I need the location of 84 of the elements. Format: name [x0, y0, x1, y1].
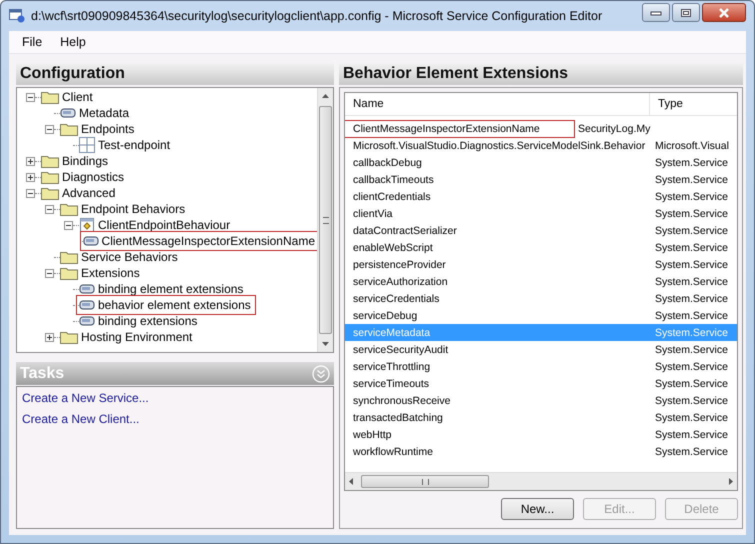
- list-row[interactable]: enableWebScript System.Service: [345, 239, 737, 256]
- list-row[interactable]: workflowRuntime System.Service: [345, 443, 737, 460]
- tree-item[interactable]: Extensions: [60, 266, 142, 280]
- task-link[interactable]: Create a New Service...: [22, 391, 149, 405]
- node-icon: [79, 284, 95, 294]
- list-row[interactable]: clientCredentials System.Service: [345, 188, 737, 205]
- tree-item[interactable]: Endpoints: [60, 122, 136, 136]
- folder-icon: [60, 122, 78, 136]
- node-icon: [82, 236, 99, 246]
- collapse-icon[interactable]: [45, 124, 54, 134]
- collapse-icon[interactable]: [45, 268, 54, 278]
- collapse-icon[interactable]: [45, 204, 54, 214]
- list-row[interactable]: Microsoft.VisualStudio.Diagnostics.ServiceModelSink.Behavior Microsoft.Visual: [345, 137, 737, 154]
- list-row[interactable]: serviceDebug System.Service: [345, 307, 737, 324]
- folder-icon: [60, 250, 78, 264]
- scroll-down-icon[interactable]: [322, 342, 329, 346]
- list-row[interactable]: callbackTimeouts System.Service: [345, 171, 737, 188]
- tree-item[interactable]: Hosting Environment: [60, 330, 194, 344]
- expand-icon[interactable]: [26, 156, 35, 166]
- list-row[interactable]: transactedBatching System.Service: [345, 409, 737, 426]
- folder-icon: [60, 202, 78, 216]
- tree-item[interactable]: Test-endpoint: [79, 137, 172, 153]
- folder-icon: [41, 170, 59, 184]
- window-title: d:\wcf\srt090909845364\securitylog\securitylogclient\app.config - Microsoft Service Configuration Editor: [31, 9, 604, 23]
- scrollbar[interactable]: [345, 472, 737, 490]
- tree-item[interactable]: behavior element extensions: [79, 298, 253, 312]
- list-row[interactable]: persistenceProvider System.Service: [345, 256, 737, 273]
- tree-item[interactable]: ClientEndpointBehaviour: [79, 217, 232, 233]
- node-icon: [79, 316, 95, 326]
- expand-icon[interactable]: [26, 172, 35, 182]
- list-row[interactable]: serviceSecurityAudit System.Service: [345, 341, 737, 358]
- list-row[interactable]: serviceAuthorization System.Service: [345, 273, 737, 290]
- expand-icon[interactable]: [45, 332, 54, 342]
- maximize-button[interactable]: [672, 3, 700, 22]
- tree-item[interactable]: Endpoint Behaviors: [60, 202, 188, 216]
- maximize-icon: [680, 8, 692, 18]
- endpoint-icon: [79, 137, 95, 153]
- tree-item[interactable]: ClientMessageInspectorExtensionName: [82, 234, 317, 248]
- tree-item[interactable]: Bindings: [41, 154, 110, 168]
- menu-item[interactable]: File: [13, 35, 52, 49]
- app-icon: [9, 9, 25, 23]
- scroll-up-icon[interactable]: [322, 94, 329, 98]
- folder-icon: [41, 90, 59, 104]
- tree-item[interactable]: binding extensions: [79, 314, 200, 328]
- scroll-right-icon[interactable]: [729, 478, 733, 485]
- folder-icon: [41, 154, 59, 168]
- list-row[interactable]: ClientMessageInspectorExtensionName SecurityLog.My: [345, 120, 737, 137]
- tree-item[interactable]: Client: [41, 90, 95, 104]
- list-row[interactable]: callbackDebug System.Service: [345, 154, 737, 171]
- list-row[interactable]: serviceTimeouts System.Service: [345, 375, 737, 392]
- tree-item[interactable]: binding element extensions: [79, 282, 246, 296]
- list-row[interactable]: serviceCredentials System.Service: [345, 290, 737, 307]
- tree-item[interactable]: Advanced: [41, 186, 118, 200]
- collapse-icon[interactable]: [26, 188, 35, 198]
- close-icon: [717, 8, 731, 18]
- node-icon: [79, 300, 95, 310]
- collapse-icon[interactable]: [64, 220, 73, 230]
- dialog-button[interactable]: New...: [501, 498, 574, 520]
- minimize-icon: [650, 10, 662, 16]
- list-row[interactable]: dataContractSerializer System.Service: [345, 222, 737, 239]
- scroll-left-icon[interactable]: [349, 478, 353, 485]
- folder-icon: [60, 330, 78, 344]
- folder-icon: [41, 186, 59, 200]
- list-row[interactable]: webHttp System.Service: [345, 426, 737, 443]
- tree-item[interactable]: Diagnostics: [41, 170, 126, 184]
- folder-icon: [60, 266, 78, 280]
- document-icon: [79, 217, 95, 233]
- scrollbar[interactable]: [317, 88, 333, 352]
- close-button[interactable]: [702, 3, 746, 22]
- menu-item[interactable]: Help: [51, 35, 95, 49]
- column-header[interactable]: Name: [345, 93, 649, 115]
- minimize-button[interactable]: [642, 3, 670, 22]
- tree-item[interactable]: Service Behaviors: [60, 250, 180, 264]
- list-row[interactable]: clientVia System.Service: [345, 205, 737, 222]
- panel-header: Configuration: [16, 62, 334, 85]
- task-link[interactable]: Create a New Client...: [22, 412, 140, 426]
- tree-item[interactable]: Metadata: [60, 106, 132, 120]
- panel-header: Tasks: [16, 362, 334, 385]
- collapse-icon[interactable]: [26, 92, 35, 102]
- node-icon: [60, 108, 76, 118]
- list-row[interactable]: serviceThrottling System.Service: [345, 358, 737, 375]
- list-row[interactable]: synchronousReceive System.Service: [345, 392, 737, 409]
- panel-header: Behavior Element Extensions: [339, 62, 743, 85]
- column-header[interactable]: Type: [649, 93, 737, 115]
